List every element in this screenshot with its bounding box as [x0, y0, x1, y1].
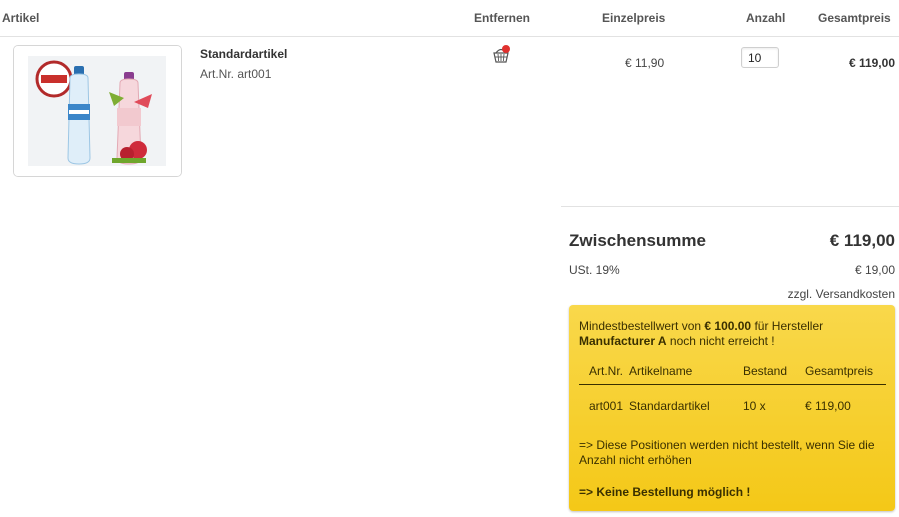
- notice-cell-artnr: art001: [589, 399, 624, 413]
- subtotal-label: Zwischensumme: [569, 231, 706, 250]
- quantity-input[interactable]: [741, 47, 779, 68]
- notice-cell-total: € 119,00: [805, 399, 851, 413]
- product-total-price: € 119,00: [848, 56, 895, 70]
- notice-prefix: Mindestbestellwert von: [579, 319, 705, 333]
- notice-min-value: € 100.00: [704, 319, 752, 333]
- product-image[interactable]: [13, 45, 182, 177]
- notice-suffix: noch nicht erreicht !: [666, 334, 775, 348]
- header-article: Artikel: [2, 11, 40, 25]
- notice-message: Mindestbestellwert von € 100.00 für Hers…: [579, 319, 879, 349]
- vat-label: USt. 19%: [569, 263, 620, 277]
- product-unit-price: € 11,90: [625, 56, 665, 70]
- notice-col-total: Gesamtpreis: [805, 364, 874, 378]
- header-remove: Entfernen: [474, 11, 531, 25]
- minimum-order-notice: Mindestbestellwert von € 100.00 für Hers…: [569, 305, 895, 511]
- header-total-price: Gesamtpreis: [818, 11, 891, 25]
- header-quantity: Anzahl: [746, 11, 786, 25]
- cart-table-header: Artikel Entfernen Einzelpreis Anzahl Ges…: [0, 0, 899, 37]
- notice-cell-name: Standardartikel: [629, 399, 710, 413]
- subtotal-value: € 119,00: [829, 231, 895, 250]
- notice-col-name: Artikelname: [629, 364, 693, 378]
- basket-remove-icon[interactable]: [491, 44, 511, 64]
- notice-col-stock: Bestand: [743, 364, 788, 378]
- notice-cell-stock: 10 x: [743, 399, 766, 413]
- table-row: art001 Standardartikel 10 x € 119,00: [579, 395, 886, 419]
- product-name[interactable]: Standardartikel: [200, 47, 287, 61]
- cart-page: Artikel Entfernen Einzelpreis Anzahl Ges…: [0, 0, 899, 517]
- water-bottles-image: [14, 46, 181, 176]
- header-unit-price: Einzelpreis: [602, 11, 666, 25]
- notice-manufacturer: Manufacturer A: [579, 334, 667, 348]
- product-article-number: Art.Nr. art001: [200, 67, 272, 81]
- notice-col-artnr: Art.Nr.: [589, 364, 624, 378]
- shipping-note: zzgl. Versandkosten: [787, 287, 895, 301]
- notice-info: => Diese Positionen werden nicht bestell…: [579, 438, 875, 467]
- summary-divider: [561, 206, 899, 207]
- notice-final: => Keine Bestellung möglich !: [579, 485, 751, 499]
- notice-table: Art.Nr. Artikelname Bestand Gesamtpreis …: [579, 360, 886, 419]
- vat-value: € 19,00: [854, 263, 895, 277]
- notice-middle: für Hersteller: [751, 319, 824, 333]
- notice-table-header: Art.Nr. Artikelname Bestand Gesamtpreis: [579, 360, 886, 385]
